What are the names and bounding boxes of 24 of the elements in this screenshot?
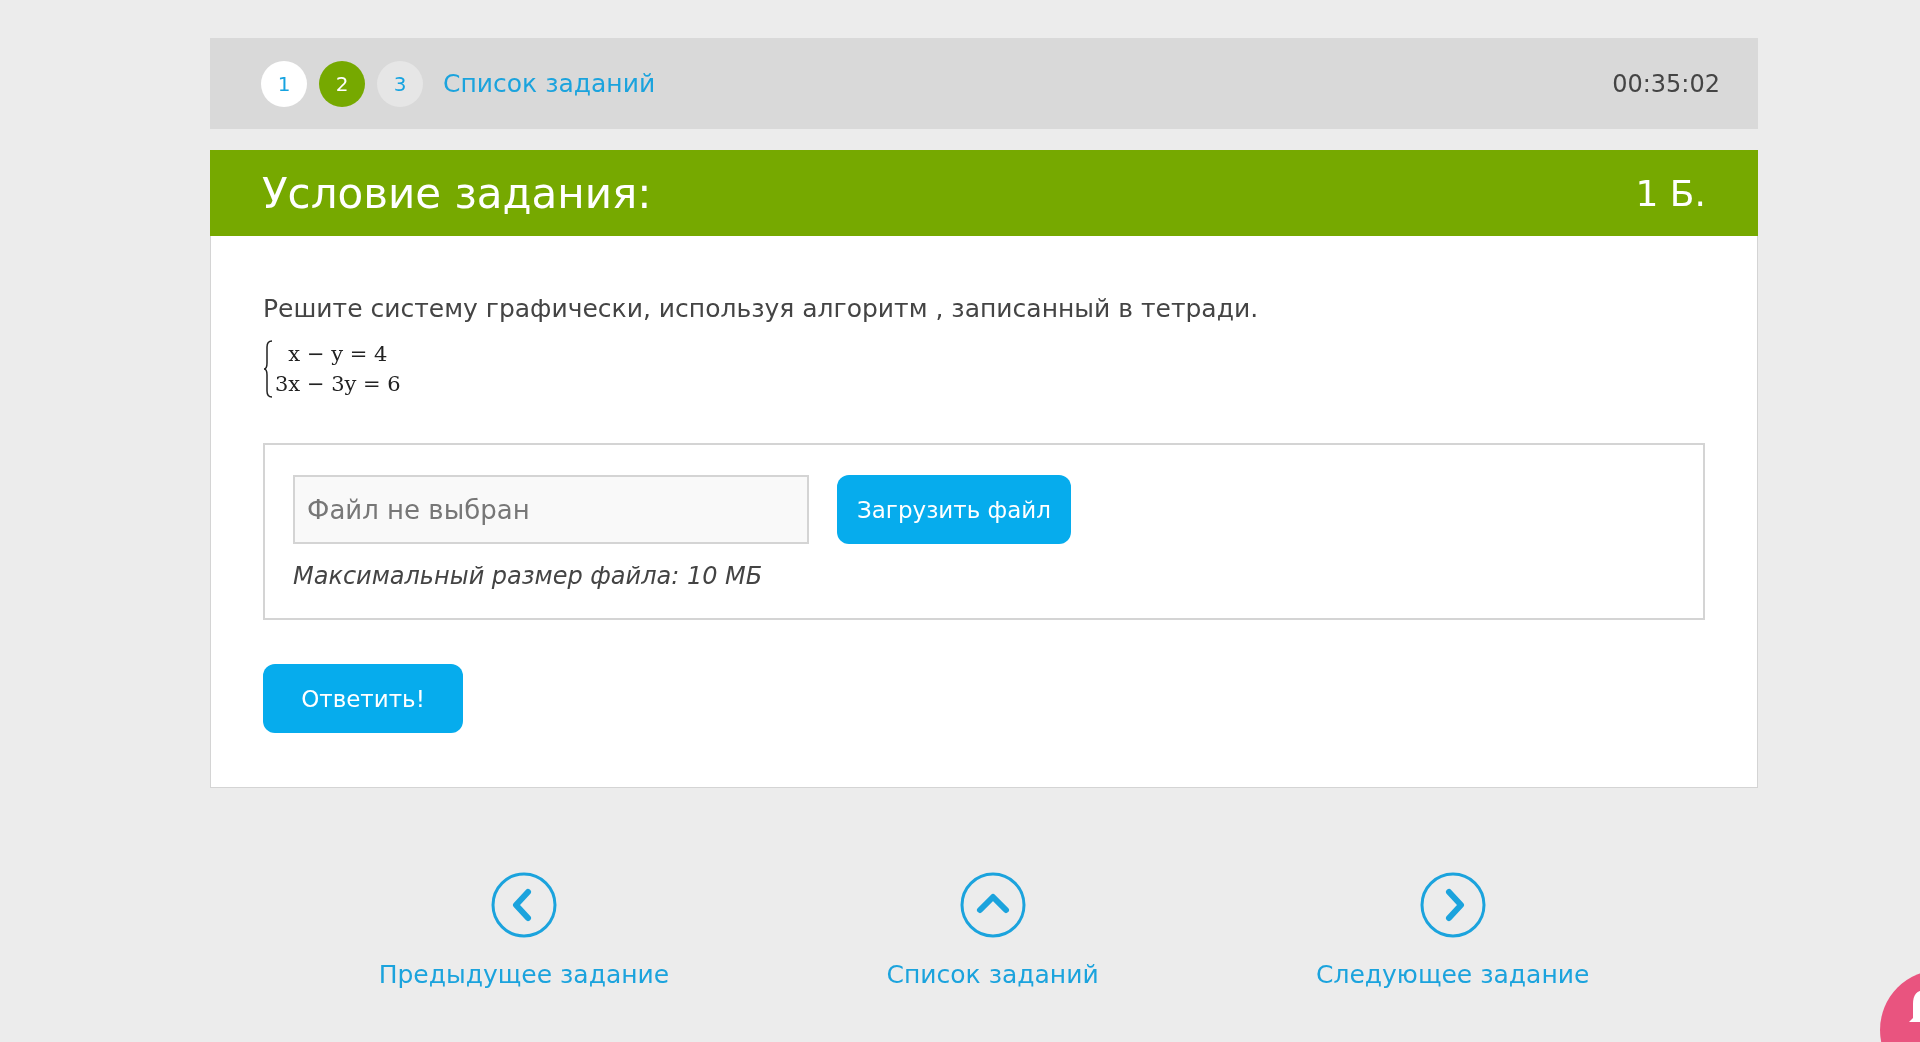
brace-icon: [263, 339, 273, 399]
equation: x − y = 4: [288, 341, 388, 368]
equation: 3x − 3y = 6: [275, 371, 401, 398]
answer-button[interactable]: Ответить!: [263, 664, 463, 733]
file-field[interactable]: Файл не выбран: [293, 475, 809, 544]
step-button[interactable]: 3: [377, 60, 423, 107]
chevron-up-circle-icon: [959, 872, 1026, 938]
nav-label: Следующее задание: [1315, 960, 1590, 989]
task-list-link[interactable]: Список заданий: [443, 69, 656, 98]
chevron-right-circle-icon: [1419, 872, 1486, 938]
step-button[interactable]: 1: [261, 60, 307, 107]
nav-link[interactable]: Следующее задание: [1315, 872, 1590, 989]
upload-button[interactable]: Загрузить файл: [837, 475, 1071, 544]
chevron-left-circle-icon: [490, 872, 557, 938]
task-title: Условие задания:: [262, 168, 652, 218]
timer: 00:35:02: [1612, 69, 1720, 98]
task-points: 1 Б.: [1635, 172, 1706, 214]
step-button[interactable]: 2: [319, 60, 365, 107]
nav-label: Список заданий: [886, 960, 1099, 989]
file-size-note: Максимальный размер файла: 10 МБ: [293, 562, 764, 590]
task-statement: Решите систему графически, используя алгоритм , записанный в тетради.: [263, 294, 1260, 323]
nav-link[interactable]: Список заданий: [886, 872, 1099, 989]
nav-link[interactable]: Предыдущее задание: [378, 872, 670, 989]
nav-label: Предыдущее задание: [378, 960, 670, 989]
